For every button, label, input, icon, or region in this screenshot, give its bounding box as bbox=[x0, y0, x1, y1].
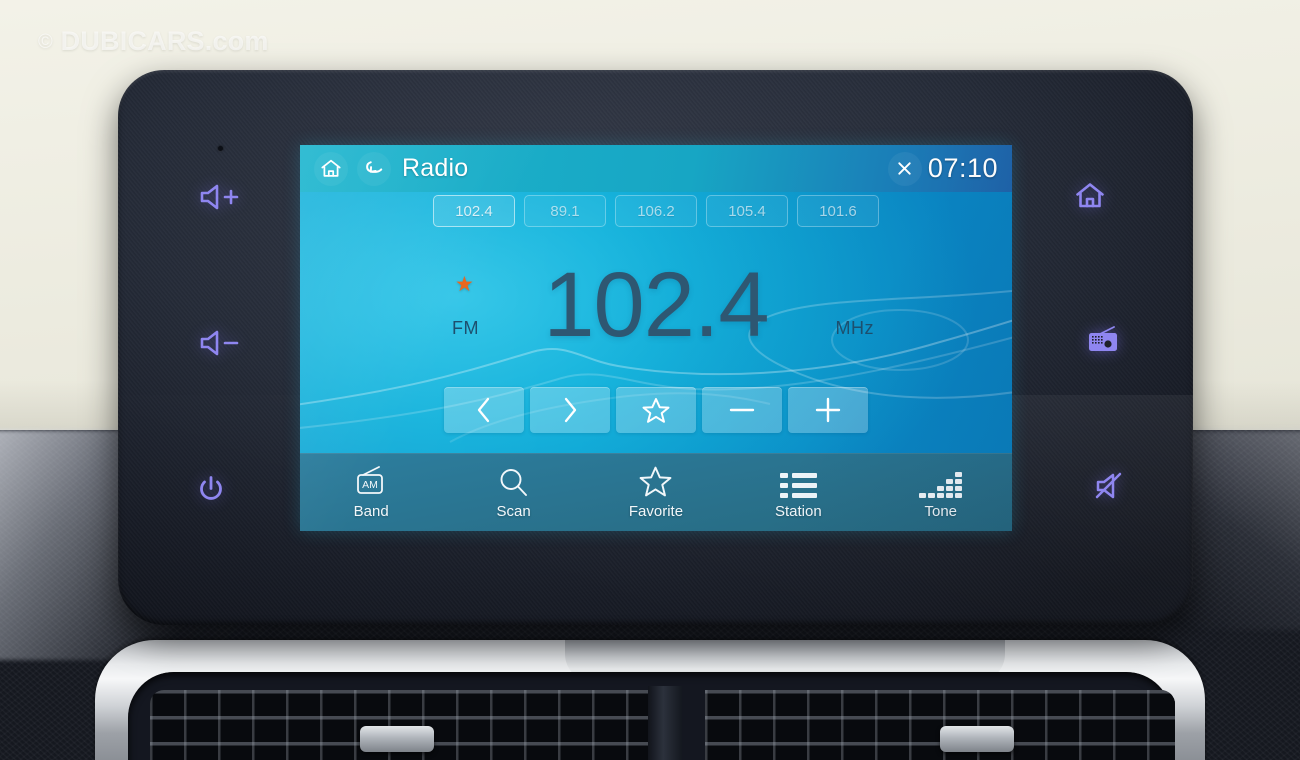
band-label: FM bbox=[452, 318, 479, 338]
nav-item-band[interactable]: AM Band bbox=[306, 465, 436, 520]
radio-button[interactable] bbox=[1086, 324, 1120, 354]
radio-icon bbox=[1089, 326, 1117, 351]
vent-center-divider bbox=[648, 686, 682, 760]
list-icon bbox=[779, 472, 817, 498]
watermark: © DUBICARS.com bbox=[38, 26, 269, 57]
screen-close-button[interactable] bbox=[887, 151, 922, 186]
top-bar-left-group: Radio bbox=[300, 151, 469, 186]
favorite-glyph bbox=[638, 465, 673, 498]
close-icon bbox=[898, 162, 912, 175]
watermark-copyright: © bbox=[38, 31, 53, 53]
preset-button[interactable]: 89.1 bbox=[524, 195, 606, 227]
preset-button[interactable]: 101.6 bbox=[797, 195, 879, 227]
preset-label: 102.4 bbox=[455, 202, 493, 220]
nav-item-tone[interactable]: Tone bbox=[876, 465, 1006, 520]
preset-button[interactable]: 102.4 bbox=[433, 195, 515, 227]
chevron-left-icon bbox=[477, 397, 490, 423]
nav-label-station: Station bbox=[775, 502, 822, 520]
equalizer-icon bbox=[919, 471, 963, 498]
radio-am-icon: AM bbox=[357, 465, 384, 494]
home-icon bbox=[321, 159, 341, 177]
nav-item-station[interactable]: Station bbox=[733, 465, 863, 520]
add-favorite-button[interactable] bbox=[616, 387, 696, 433]
screen-title: Radio bbox=[402, 154, 469, 182]
light-sensor-dot bbox=[218, 146, 223, 151]
power-icon bbox=[200, 476, 222, 500]
speaker-plus-icon bbox=[200, 184, 239, 210]
scan-glyph bbox=[497, 465, 530, 498]
watermark-suffix: .com bbox=[204, 26, 269, 56]
list-row bbox=[779, 482, 817, 488]
bottom-navigation-bar: AM Band Scan Favorite Station Tone bbox=[300, 453, 1012, 531]
minus-icon bbox=[729, 408, 755, 412]
next-station-button[interactable] bbox=[530, 387, 610, 433]
preset-button[interactable]: 105.4 bbox=[706, 195, 788, 227]
volume-up-button[interactable] bbox=[196, 180, 246, 214]
vent-knob-left[interactable] bbox=[360, 726, 434, 752]
list-row bbox=[779, 492, 817, 498]
tuner-controls-row bbox=[300, 387, 1012, 433]
mute-button[interactable] bbox=[1092, 470, 1130, 502]
home-button[interactable] bbox=[1072, 180, 1108, 212]
watermark-brand: DUBICARS bbox=[60, 26, 205, 56]
clock-display: 07:10 bbox=[927, 153, 998, 183]
nav-item-favorite[interactable]: Favorite bbox=[591, 465, 721, 520]
air-vent-right bbox=[705, 690, 1175, 760]
screen-home-button[interactable] bbox=[314, 151, 348, 186]
nav-item-scan[interactable]: Scan bbox=[449, 465, 579, 520]
nav-label-tone: Tone bbox=[924, 502, 958, 520]
speaker-minus-icon bbox=[200, 330, 239, 356]
svg-text:AM: AM bbox=[362, 479, 378, 491]
touchscreen-display[interactable]: Radio 07:10 102.4 89.1 106.2 105.4 101.6… bbox=[300, 145, 1012, 531]
preset-label: 101.6 bbox=[819, 202, 857, 220]
frequency-display: ★ FM 102.4 MHz bbox=[300, 250, 1012, 360]
nav-label-band: Band bbox=[353, 502, 389, 520]
favorite-indicator-icon: ★ bbox=[455, 273, 474, 296]
speaker-mute-icon bbox=[1095, 472, 1122, 499]
screen-back-button[interactable] bbox=[357, 151, 391, 186]
preset-label: 89.1 bbox=[550, 202, 580, 220]
star-outline-icon bbox=[642, 397, 670, 423]
plus-icon bbox=[815, 397, 841, 423]
frequency-decrease-button[interactable] bbox=[702, 387, 782, 433]
nav-label-scan: Scan bbox=[496, 502, 531, 520]
band-glyph: AM bbox=[353, 465, 389, 498]
tone-glyph bbox=[919, 465, 963, 498]
preset-button[interactable]: 106.2 bbox=[615, 195, 697, 227]
preset-label: 105.4 bbox=[728, 202, 766, 220]
frequency-unit-label: MHz bbox=[835, 318, 874, 338]
star-outline-icon bbox=[640, 466, 672, 496]
home-icon bbox=[1076, 183, 1104, 208]
frequency-increase-button[interactable] bbox=[788, 387, 868, 433]
volume-down-button[interactable] bbox=[196, 326, 246, 360]
nav-label-favorite: Favorite bbox=[628, 502, 684, 520]
back-arrow-icon bbox=[365, 161, 382, 173]
top-bar-right-group: 07:10 bbox=[887, 151, 1012, 186]
power-button[interactable] bbox=[194, 472, 228, 506]
search-icon bbox=[500, 468, 528, 496]
list-row bbox=[779, 472, 817, 478]
chevron-right-icon bbox=[564, 397, 577, 423]
photo-scene: © DUBICARS.com Radio 07:10 102.4 89.1 10… bbox=[0, 0, 1300, 760]
preset-label: 106.2 bbox=[637, 202, 675, 220]
vent-knob-right[interactable] bbox=[940, 726, 1014, 752]
preset-station-row: 102.4 89.1 106.2 105.4 101.6 bbox=[300, 195, 1012, 227]
frequency-value: 102.4 bbox=[543, 254, 769, 356]
screen-top-bar: Radio 07:10 bbox=[300, 145, 1012, 192]
vent-fins bbox=[705, 690, 1175, 760]
previous-station-button[interactable] bbox=[444, 387, 524, 433]
station-glyph bbox=[779, 465, 817, 498]
